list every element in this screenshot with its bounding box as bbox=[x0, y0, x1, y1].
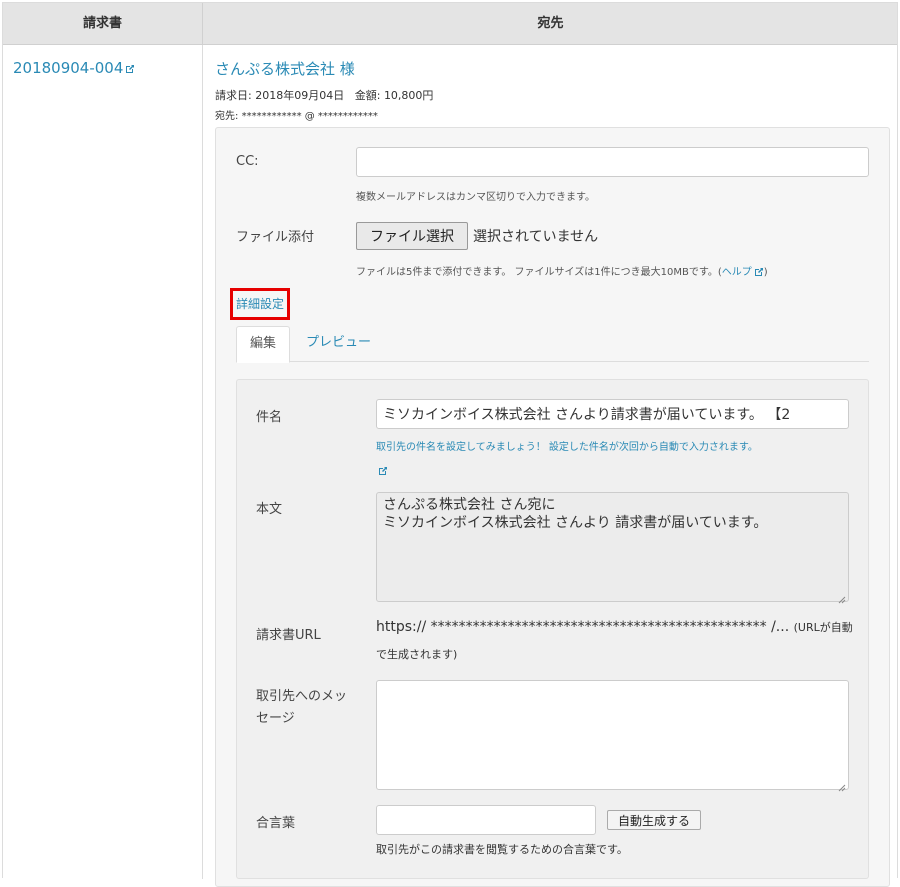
password-label: 合言葉 bbox=[256, 816, 296, 831]
resize-handle-icon[interactable] bbox=[838, 591, 846, 604]
file-status: 選択されていません bbox=[473, 229, 599, 245]
invoice-date: 2018年09月04日 bbox=[255, 89, 345, 102]
external-link-icon bbox=[125, 64, 135, 74]
send-form-panel: CC: 複数メールアドレスはカンマ区切りで入力できます。 ファイル添付 ファイル… bbox=[215, 127, 890, 887]
subject-input[interactable] bbox=[376, 399, 849, 429]
external-link-icon bbox=[378, 466, 388, 476]
password-help: 取引先がこの請求書を閲覧するための合言葉です。 bbox=[376, 843, 628, 856]
company-link[interactable]: さんぷる株式会社 様 bbox=[215, 58, 355, 79]
help-link-label: ヘルプ bbox=[721, 267, 752, 278]
file-select-button[interactable]: ファイル選択 bbox=[356, 222, 468, 250]
subject-help-text: 取引先の件名を設定してみましょう！ 設定した件名が次回から自動で入力されます。 bbox=[376, 442, 758, 453]
tab-preview[interactable]: プレビュー bbox=[294, 326, 383, 363]
file-help-close: ) bbox=[763, 267, 768, 278]
cc-label: CC: bbox=[236, 154, 259, 169]
help-link[interactable]: ヘルプ bbox=[722, 267, 764, 278]
password-input[interactable] bbox=[376, 805, 596, 835]
edit-pane: 件名 取引先の件名を設定してみましょう！ 設定した件名が次回から自動で入力されま… bbox=[236, 379, 869, 879]
resize-handle-icon[interactable] bbox=[838, 779, 846, 792]
recipient-email: ************ @ ************ bbox=[241, 111, 378, 122]
message-label: 取引先へのメッ セージ bbox=[256, 686, 347, 730]
invoice-url-value: https:// *******************************… bbox=[376, 619, 790, 635]
subject-label: 件名 bbox=[256, 410, 283, 425]
invoice-number-link[interactable]: 20180904-004 bbox=[13, 59, 135, 77]
message-label-line-2: セージ bbox=[256, 711, 295, 726]
invoice-table: 請求書 宛先 20180904-004 さんぷる株式会社 様 請求日: 2018… bbox=[2, 2, 898, 887]
recipient-label: 宛先: bbox=[215, 111, 239, 122]
editor-tabs: 編集 プレビュー bbox=[236, 326, 869, 363]
message-label-line-1: 取引先へのメッ bbox=[256, 689, 348, 704]
invoice-url: https:// *******************************… bbox=[376, 619, 853, 635]
body-line-2: ミソカインボイス株式会社 さんより 請求書が届いています。 bbox=[383, 515, 768, 531]
subject-help-link[interactable]: 取引先の件名を設定してみましょう！ 設定した件名が次回から自動で入力されます。 bbox=[376, 436, 856, 484]
invoice-number: 20180904-004 bbox=[13, 59, 124, 77]
amount-label: 金額: bbox=[354, 89, 381, 102]
recipient-line: 宛先: ************ @ ************ bbox=[215, 107, 378, 122]
amount: 10,800円 bbox=[383, 89, 434, 102]
invoice-cell: 20180904-004 bbox=[3, 45, 203, 879]
cc-input[interactable] bbox=[356, 147, 869, 177]
url-note-1: (URLが自動 bbox=[793, 621, 853, 634]
url-note-2: で生成されます) bbox=[376, 648, 458, 661]
table-header-row: 請求書 宛先 bbox=[3, 3, 897, 45]
body-label: 本文 bbox=[256, 502, 283, 517]
header-invoice: 請求書 bbox=[3, 3, 203, 45]
tab-edit[interactable]: 編集 bbox=[236, 326, 290, 363]
message-textarea[interactable] bbox=[376, 680, 849, 792]
cc-help: 複数メールアドレスはカンマ区切りで入力できます。 bbox=[356, 192, 595, 203]
invoice-date-label: 請求日: bbox=[215, 89, 252, 102]
header-destination: 宛先 bbox=[537, 16, 564, 31]
body-textarea[interactable]: さんぷる株式会社 さん宛に ミソカインボイス株式会社 さんより 請求書が届いてい… bbox=[376, 492, 849, 604]
url-label: 請求書URL bbox=[256, 628, 321, 643]
invoice-meta: 請求日: 2018年09月04日 金額: 10,800円 bbox=[215, 87, 433, 103]
generate-password-button[interactable]: 自動生成する bbox=[607, 810, 701, 830]
file-label: ファイル添付 bbox=[236, 230, 315, 245]
file-help: ファイルは5件まで添付できます。 ファイルサイズは1件につき最大10MBです。(… bbox=[356, 263, 768, 278]
destination-cell: さんぷる株式会社 様 請求日: 2018年09月04日 金額: 10,800円 … bbox=[204, 45, 897, 887]
file-help-text: ファイルは5件まで添付できます。 ファイルサイズは1件につき最大10MBです。( bbox=[356, 267, 722, 278]
body-line-1: さんぷる株式会社 さん宛に bbox=[383, 497, 556, 513]
external-link-icon bbox=[754, 267, 764, 277]
advanced-settings-link[interactable]: 詳細設定 bbox=[230, 288, 290, 320]
